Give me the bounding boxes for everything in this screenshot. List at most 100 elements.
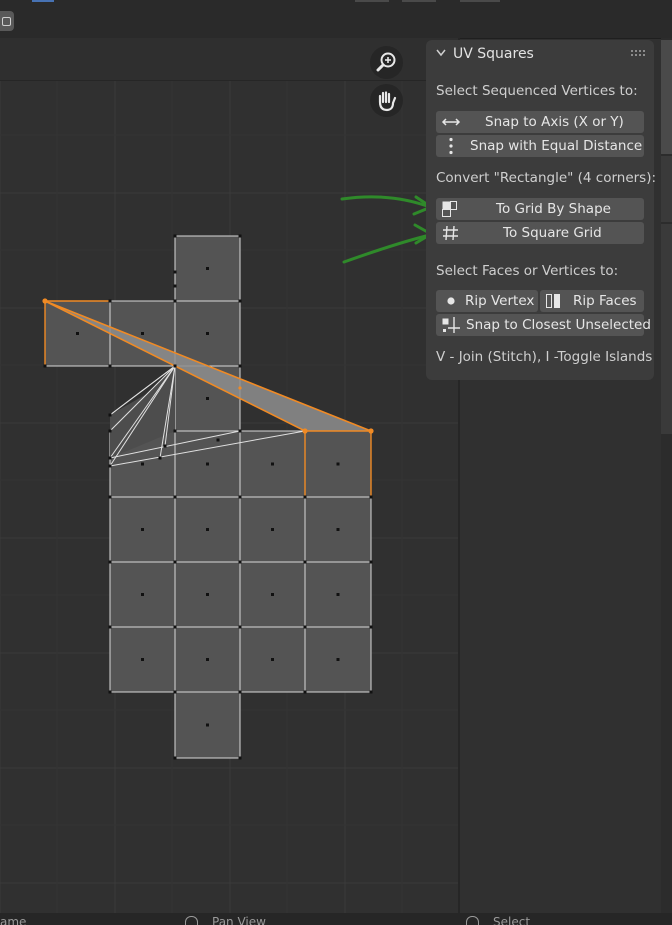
uv-vertex (369, 625, 373, 629)
uv-vertex (108, 364, 112, 368)
uv-vertex-selected (42, 298, 48, 304)
snap-equal-distance-button[interactable]: Snap with Equal Distance (436, 135, 644, 157)
face-dot (336, 528, 340, 531)
face-dot (141, 658, 144, 661)
uv-vertex (108, 299, 112, 303)
face-dot (271, 593, 274, 596)
mouse-left-icon (466, 916, 479, 925)
uv-squares-panel: UV Squares Select Sequenced Vertices to:… (426, 40, 657, 380)
uv-vertex (238, 429, 242, 433)
uv-vertex (173, 560, 177, 564)
uv-vertex (108, 625, 112, 629)
uv-vertex (108, 456, 112, 460)
uv-vertex (108, 560, 112, 564)
editor-type-icon[interactable] (0, 11, 14, 31)
uv-edge-midpoint (238, 386, 242, 390)
face-dot (76, 332, 79, 335)
active-tab-marker (32, 0, 54, 2)
uv-faces (44, 235, 372, 759)
uv-vertex (173, 625, 177, 629)
face-dot (271, 528, 274, 531)
uv-vertex (108, 495, 112, 499)
snap-to-axis-label: Snap to Axis (X or Y) (485, 114, 624, 130)
uv-vertex (43, 364, 47, 368)
uv-vertex-selected (368, 428, 374, 434)
uv-vertex (173, 690, 177, 694)
panel-title: UV Squares (453, 46, 534, 62)
section-heading-faces: Select Faces or Vertices to: (436, 263, 619, 279)
uv-vertex (303, 560, 307, 564)
header-tick (402, 0, 436, 2)
keymap-hint: V - Join (Stitch), I -Toggle Islands (436, 349, 653, 365)
status-hint-pan: Pan View (212, 915, 266, 925)
header-tick (355, 0, 389, 2)
status-hint-left: ame (0, 915, 27, 925)
snap-to-axis-button[interactable]: Snap to Axis (X or Y) (436, 111, 644, 133)
header-tick (460, 0, 500, 2)
vertical-dots-icon (449, 137, 453, 155)
uv-vertex (238, 756, 242, 760)
uv-vertex-selected (302, 428, 308, 434)
uv-vertex (173, 756, 177, 760)
sidebar-tab[interactable] (661, 224, 672, 434)
uv-vertex (108, 690, 112, 694)
hand-icon (378, 91, 397, 112)
zoom-button[interactable] (370, 46, 403, 79)
horizontal-arrows-icon (441, 118, 461, 126)
to-square-grid-button[interactable]: To Square Grid (436, 222, 644, 244)
uv-vertex (238, 625, 242, 629)
uv-vertex (173, 284, 177, 288)
uv-vertex (238, 234, 242, 238)
uv-vertex (303, 495, 307, 499)
face-dot (206, 462, 209, 466)
face-dot (141, 332, 144, 335)
face-dot (141, 528, 144, 531)
panel-header[interactable]: UV Squares (426, 40, 654, 68)
chevron-down-icon[interactable] (436, 49, 446, 57)
uv-vertex (369, 690, 373, 694)
grid-by-shape-icon (442, 201, 457, 217)
sidebar-tab-uv-squares[interactable] (661, 40, 672, 154)
rip-vertex-button[interactable]: Rip Vertex (436, 290, 538, 312)
status-bar: ame Pan View Select (0, 913, 672, 925)
uv-vertex (238, 690, 242, 694)
uv-vertex (238, 495, 242, 499)
uv-vertex (303, 625, 307, 629)
drag-grip-icon[interactable] (631, 50, 645, 58)
snap-to-closest-unselected-button[interactable]: Snap to Closest Unselected (436, 314, 651, 336)
section-heading-rectangle: Convert "Rectangle" (4 corners): (436, 170, 657, 186)
face-dot (336, 593, 340, 596)
face-dot (206, 332, 209, 335)
uv-vertex (238, 560, 242, 564)
pan-button[interactable] (370, 84, 403, 117)
sidebar-tab-strip (661, 38, 672, 913)
face-dot (336, 462, 340, 466)
uv-vertex (108, 413, 112, 417)
face-dot (206, 723, 209, 727)
rip-faces-icon (546, 294, 560, 308)
uv-vertex (216, 438, 220, 442)
uv-vertex (173, 234, 177, 238)
face-dot (206, 397, 209, 400)
rip-faces-label: Rip Faces (573, 293, 637, 309)
hash-grid-icon (443, 225, 458, 241)
rip-faces-button[interactable]: Rip Faces (540, 290, 644, 312)
section-heading-sequenced: Select Sequenced Vertices to: (436, 83, 638, 99)
rip-vertex-label: Rip Vertex (465, 293, 535, 309)
to-grid-by-shape-label: To Grid By Shape (496, 201, 611, 217)
mouse-middle-icon (185, 916, 198, 925)
face-dot (271, 462, 274, 466)
face-dot (206, 593, 209, 596)
face-dot (206, 658, 209, 661)
uv-vertex (173, 429, 177, 433)
snap-equal-distance-label: Snap with Equal Distance (470, 138, 643, 154)
dot-icon (447, 297, 455, 305)
snap-closest-icon (442, 317, 460, 333)
uv-vertex (238, 299, 242, 303)
uv-vertex (369, 495, 373, 499)
sidebar-tab[interactable] (661, 156, 672, 222)
to-grid-by-shape-button[interactable]: To Grid By Shape (436, 198, 644, 220)
face-dot (141, 462, 144, 466)
to-square-grid-label: To Square Grid (503, 225, 602, 241)
uv-vertex (303, 690, 307, 694)
